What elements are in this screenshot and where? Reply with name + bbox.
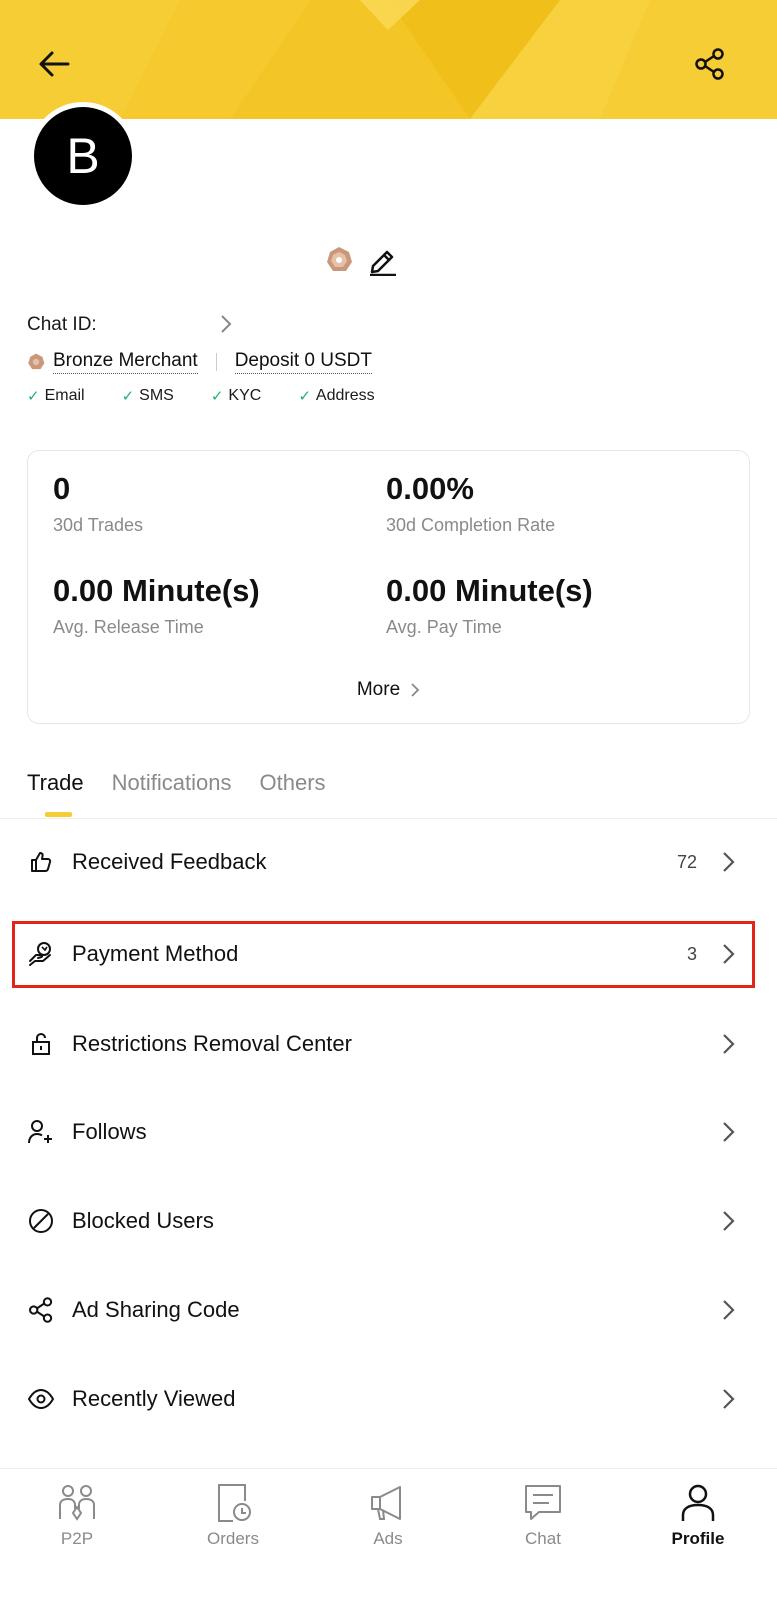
- highlight-box: [12, 921, 755, 988]
- tab-trade[interactable]: Trade: [27, 770, 84, 817]
- stat-label: Avg. Pay Time: [386, 617, 502, 637]
- list-item-label: Received Feedback: [72, 849, 267, 874]
- chevron-right-icon: [723, 852, 735, 872]
- nav-label: P2P: [60, 1529, 94, 1548]
- nav-label: Orders: [207, 1529, 259, 1548]
- stats-card: 0 30d Trades 0.00% 30d Completion Rate 0…: [27, 450, 750, 724]
- nav-profile[interactable]: Profile: [638, 1483, 758, 1549]
- back-button[interactable]: [26, 36, 82, 92]
- check-icon: ✓: [210, 388, 224, 405]
- nav-ads[interactable]: Ads: [328, 1483, 448, 1549]
- chat-id-chevron[interactable]: [220, 314, 232, 339]
- eye-icon: [27, 1385, 55, 1413]
- list-item-blocked-users[interactable]: Blocked Users: [0, 1177, 777, 1265]
- verify-email: ✓ Email: [27, 387, 85, 405]
- check-icon: ✓: [27, 388, 40, 405]
- nav-label: Profile: [671, 1529, 725, 1548]
- avatar[interactable]: B: [29, 102, 137, 210]
- check-icon: ✓: [121, 388, 135, 405]
- nav-label: Ads: [373, 1529, 403, 1548]
- badge-row: [325, 244, 399, 276]
- orders-icon: [218, 1484, 251, 1522]
- merchant-row: Bronze Merchant Deposit 0 USDT: [27, 350, 372, 374]
- banner-pattern: [0, 0, 777, 119]
- stat-value: 0.00 Minute(s): [53, 573, 260, 608]
- bottom-nav: P2P Orders Ads Chat Profile: [0, 1468, 777, 1600]
- list-item-label: Follows: [72, 1119, 147, 1144]
- chevron-right-icon: [411, 683, 420, 697]
- tab-bar: Trade Notifications Others: [27, 770, 354, 817]
- stat-value: 0.00 Minute(s): [386, 573, 593, 608]
- chevron-right-icon: [723, 1300, 735, 1320]
- stat-value: 0: [53, 471, 71, 506]
- profile-page: B Chat ID: Bronze Merchant Deposit 0 USD…: [0, 0, 777, 1600]
- verification-row: ✓ Email ✓ SMS ✓ KYC ✓ Address: [27, 387, 412, 405]
- chat-icon: [525, 1485, 561, 1520]
- chat-id-label: Chat ID:: [27, 314, 97, 335]
- tab-others[interactable]: Others: [260, 770, 326, 796]
- more-button[interactable]: More: [28, 679, 749, 701]
- nav-label: Chat: [525, 1529, 561, 1548]
- verify-address: ✓ Address: [298, 387, 375, 405]
- megaphone-icon: [371, 1486, 401, 1520]
- chevron-right-icon: [723, 1211, 735, 1231]
- stat-release-time: 0.00 Minute(s) Avg. Release Time: [53, 573, 260, 638]
- list-item-label: Restrictions Removal Center: [72, 1031, 352, 1056]
- bronze-merchant-icon: [28, 353, 45, 370]
- p2p-users-icon: [59, 1485, 95, 1521]
- list-item-restrictions-removal[interactable]: Restrictions Removal Center: [0, 1000, 777, 1088]
- check-icon: ✓: [298, 388, 311, 405]
- unlock-icon: [27, 1030, 55, 1058]
- chevron-right-icon: [221, 315, 232, 333]
- chevron-right-icon: [723, 1034, 735, 1054]
- stat-label: Avg. Release Time: [53, 617, 204, 637]
- stat-value: 0.00%: [386, 471, 474, 506]
- header-banner: [0, 0, 777, 119]
- list-item-follows[interactable]: Follows: [0, 1088, 777, 1176]
- avatar-letter: B: [34, 107, 132, 205]
- nav-p2p[interactable]: P2P: [17, 1483, 137, 1549]
- user-plus-icon: [27, 1118, 55, 1146]
- list-item-recently-viewed[interactable]: Recently Viewed: [0, 1355, 777, 1443]
- stat-label: 30d Completion Rate: [386, 515, 556, 535]
- stat-label: 30d Trades: [53, 515, 144, 535]
- edit-pencil-icon[interactable]: [367, 244, 399, 276]
- list-item-label: Blocked Users: [72, 1208, 214, 1233]
- chevron-right-icon: [723, 1389, 735, 1409]
- share-icon: [27, 1296, 55, 1324]
- chevron-right-icon: [723, 1122, 735, 1142]
- nav-chat[interactable]: Chat: [483, 1483, 603, 1549]
- verify-kyc: ✓ KYC: [210, 387, 262, 405]
- profile-icon: [681, 1484, 715, 1521]
- more-label: More: [356, 679, 401, 700]
- merchant-level-link[interactable]: Bronze Merchant: [53, 350, 198, 374]
- deposit-link[interactable]: Deposit 0 USDT: [234, 350, 372, 374]
- list-item-received-feedback[interactable]: Received Feedback 72: [0, 818, 777, 906]
- stat-pay-time: 0.00 Minute(s) Avg. Pay Time: [386, 573, 593, 638]
- bronze-medal-icon: [327, 247, 352, 271]
- divider: [215, 353, 217, 371]
- verify-sms: ✓ SMS: [121, 387, 174, 405]
- arrow-left-icon: [39, 51, 70, 77]
- list-item-label: Ad Sharing Code: [72, 1297, 240, 1322]
- list-item-label: Recently Viewed: [72, 1386, 236, 1411]
- list-item-ad-sharing-code[interactable]: Ad Sharing Code: [0, 1266, 777, 1354]
- share-button[interactable]: [682, 36, 738, 92]
- share-icon: [695, 48, 724, 80]
- thumbs-up-icon: [27, 848, 55, 876]
- tab-notifications[interactable]: Notifications: [112, 770, 232, 796]
- list-item-count: 72: [676, 851, 697, 872]
- stat-completion: 0.00% 30d Completion Rate: [386, 471, 555, 536]
- nav-orders[interactable]: Orders: [173, 1483, 293, 1549]
- blocked-icon: [27, 1207, 55, 1235]
- stat-trades: 0 30d Trades: [53, 471, 143, 536]
